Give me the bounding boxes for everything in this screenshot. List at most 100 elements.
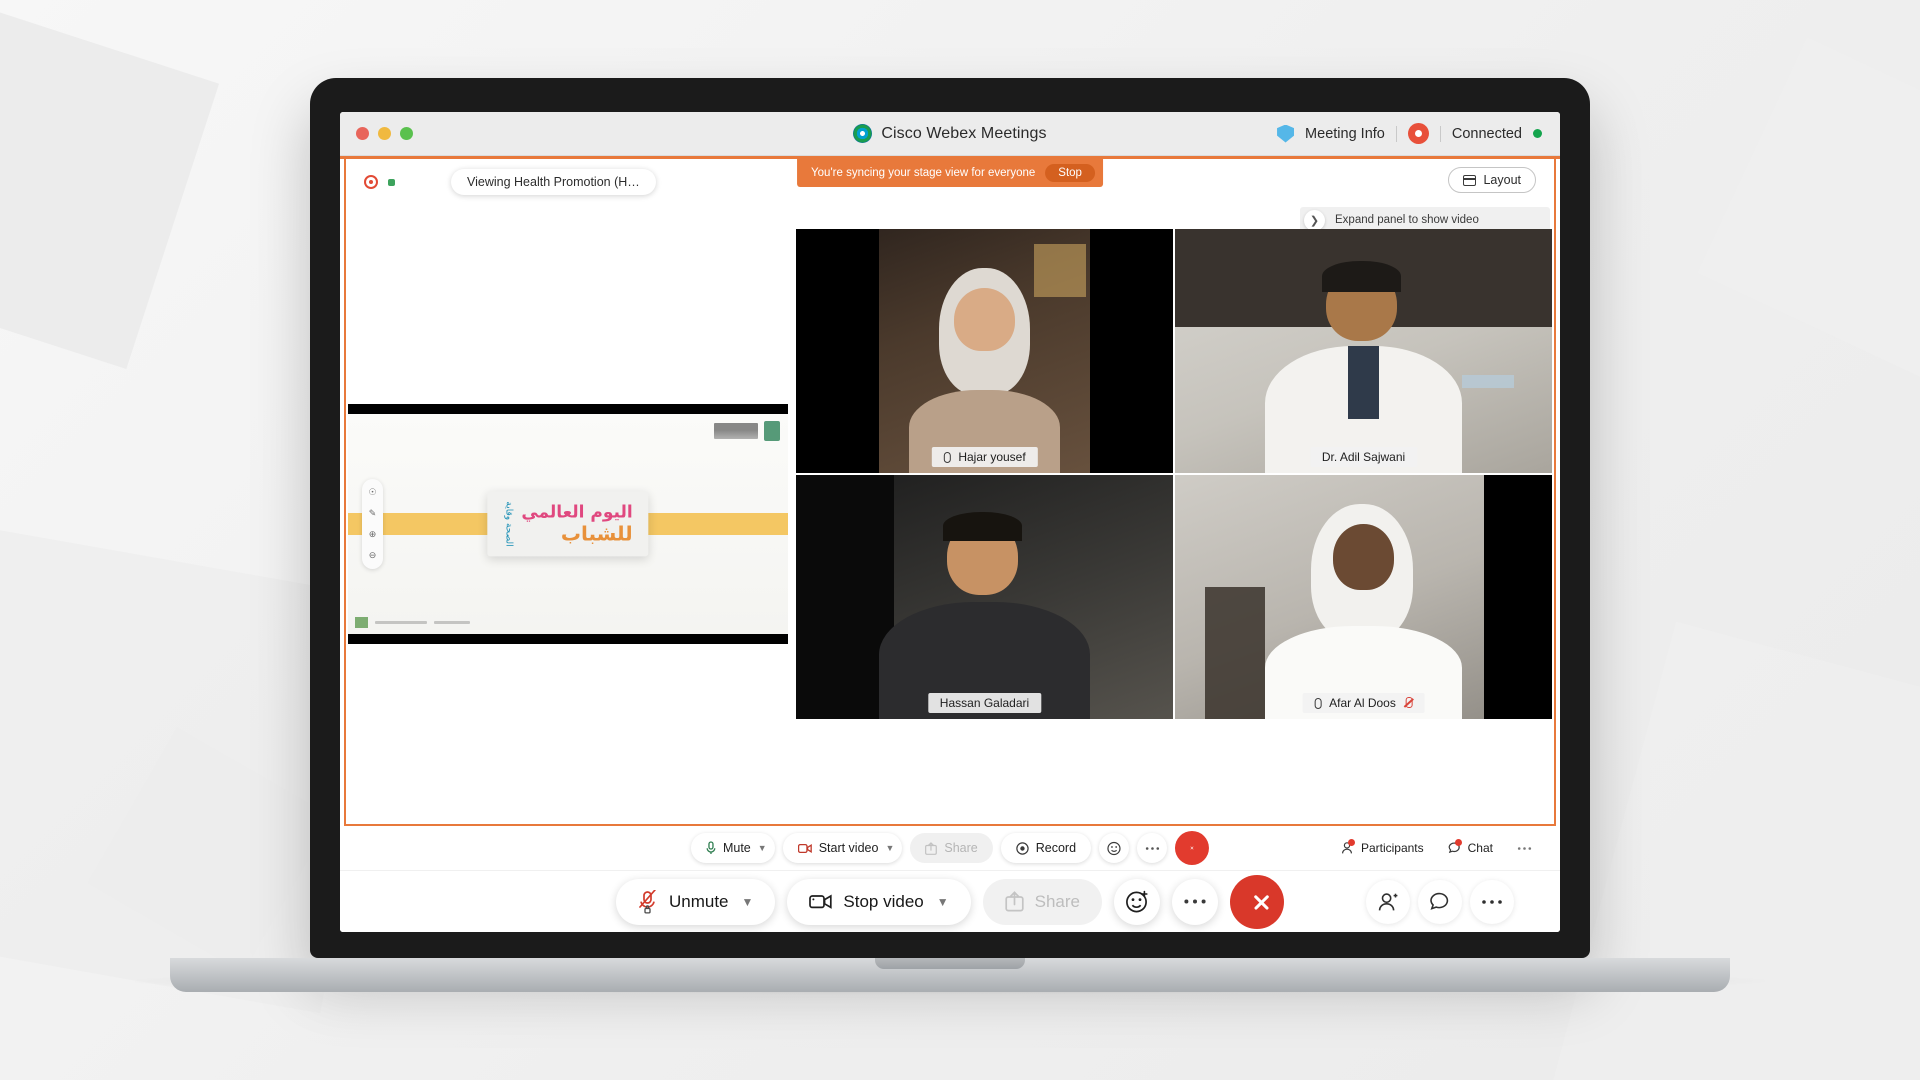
person-collar	[1348, 346, 1379, 420]
webex-logo-icon	[853, 124, 873, 143]
emoji-smiley-plus-icon	[1125, 890, 1148, 913]
mic-icon	[1314, 697, 1322, 709]
slide-title-card: اليوم العالمي للشباب الصحة وقاية	[487, 491, 649, 557]
notification-badge	[1454, 839, 1462, 846]
more-dots-icon	[1145, 846, 1159, 850]
foreground-control-bar: Unmute ▼ Stop video ▼ Share	[340, 870, 1560, 932]
close-window-button[interactable]	[356, 127, 369, 140]
video-tile[interactable]: Hassan Galadari	[796, 475, 1173, 719]
participant-name: Hajar yousef	[958, 450, 1026, 464]
stop-video-button[interactable]: Stop video ▼	[787, 878, 971, 925]
meeting-control-bar: Mute ▼ Start video ▼ Share Record Partic…	[344, 826, 1556, 870]
end-call-x-icon	[1190, 846, 1194, 850]
panel-more-button[interactable]	[1507, 840, 1542, 856]
background-shape	[0, 0, 220, 370]
chevron-down-icon[interactable]: ▼	[742, 895, 754, 909]
record-button-label: Record	[1035, 841, 1077, 855]
divider	[1395, 125, 1397, 142]
chevron-down-icon[interactable]: ▼	[937, 895, 949, 909]
reactions-button[interactable]	[1114, 878, 1161, 925]
zoom-in-tool-icon[interactable]: ⊕	[369, 529, 377, 540]
start-video-button[interactable]: Start video ▼	[782, 833, 903, 863]
annotation-toolbar[interactable]: ☉ ✎ ⊕ ⊖	[362, 479, 383, 569]
slide-logos	[714, 421, 780, 441]
record-button[interactable]: Record	[1000, 833, 1092, 863]
participant-video	[796, 475, 1173, 719]
maximize-window-button[interactable]	[400, 127, 413, 140]
mute-button-label: Mute	[722, 841, 751, 855]
participant-video	[1175, 229, 1552, 473]
mic-icon	[706, 841, 716, 854]
stop-video-button-label: Stop video	[843, 891, 924, 911]
end-call-x-icon	[1252, 892, 1262, 911]
mic-muted-locked-icon	[639, 889, 656, 914]
participants-button[interactable]	[1366, 879, 1410, 924]
chat-button[interactable]: Chat	[1437, 836, 1503, 860]
reactions-button[interactable]	[1099, 833, 1130, 863]
end-call-button[interactable]	[1230, 874, 1285, 929]
mic-icon	[943, 451, 951, 463]
share-button-label: Share	[944, 841, 978, 855]
chevron-down-icon[interactable]: ▼	[758, 843, 767, 853]
page-root: Cisco Webex Meetings Meeting Info Connec…	[0, 0, 1920, 1080]
shared-content-stage[interactable]: اليوم العالمي للشباب الصحة وقاية ☉ ✎ ⊕ ⊖	[348, 229, 788, 719]
mute-button[interactable]: Mute ▼	[690, 833, 775, 863]
participant-name-label: Hajar yousef	[931, 447, 1038, 467]
participant-video-grid: Hajar yousef Dr. Adil Sajwani Hassan Gal…	[796, 229, 1552, 719]
connection-status-label: Connected	[1451, 125, 1522, 142]
shared-slide[interactable]: اليوم العالمي للشباب الصحة وقاية ☉ ✎ ⊕ ⊖	[348, 404, 788, 644]
meeting-top-strip: Viewing Health Promotion (H… You're sync…	[346, 159, 1554, 205]
camera-icon	[809, 894, 833, 909]
video-tile[interactable]: Dr. Adil Sajwani	[1175, 229, 1552, 473]
chat-bubble-icon	[1430, 892, 1449, 910]
more-options-button[interactable]	[1172, 878, 1219, 925]
zoom-out-tool-icon[interactable]: ⊖	[369, 550, 377, 561]
recording-status-group	[346, 175, 395, 189]
app-title: Cisco Webex Meetings	[881, 124, 1047, 142]
recording-dot-icon	[364, 175, 378, 189]
share-upload-icon	[1004, 891, 1024, 912]
laptop-base	[170, 958, 1730, 992]
chevron-down-icon[interactable]: ▼	[885, 843, 894, 853]
share-button-label: Share	[1034, 891, 1081, 911]
more-options-button[interactable]	[1137, 833, 1168, 863]
camera-icon	[797, 843, 812, 853]
layout-button[interactable]: Layout	[1448, 167, 1536, 193]
divider	[1439, 125, 1441, 142]
chat-button[interactable]	[1418, 879, 1462, 924]
unmute-button[interactable]: Unmute ▼	[615, 878, 776, 925]
chevron-right-icon[interactable]: ❯	[1304, 209, 1325, 231]
record-indicator-icon[interactable]	[1407, 123, 1429, 144]
slide-title-block: اليوم العالمي للشباب	[521, 503, 632, 544]
video-tile[interactable]: Hajar yousef	[796, 229, 1173, 473]
meeting-info-button[interactable]: Meeting Info	[1305, 126, 1385, 142]
pointer-tool-icon[interactable]: ☉	[368, 487, 376, 498]
pen-tool-icon[interactable]: ✎	[369, 508, 377, 519]
credit-logo-icon	[355, 617, 368, 628]
end-call-button[interactable]	[1175, 831, 1210, 865]
shield-icon	[1277, 124, 1295, 143]
letterbox-bar	[1090, 229, 1173, 473]
participant-name-label: Afar Al Doos	[1302, 693, 1425, 713]
foreground-panel-buttons	[1366, 879, 1514, 924]
status-indicator-icon	[388, 178, 395, 186]
credit-text-line	[434, 621, 470, 624]
participants-button[interactable]: Participants	[1330, 836, 1434, 860]
window-title-bar: Cisco Webex Meetings Meeting Info Connec…	[340, 112, 1560, 156]
stop-sync-button[interactable]: Stop	[1045, 164, 1095, 182]
sync-banner-message: You're syncing your stage view for every…	[811, 167, 1036, 179]
webex-app-area: Viewing Health Promotion (H… You're sync…	[340, 156, 1560, 932]
viewing-content-pill[interactable]: Viewing Health Promotion (H…	[451, 169, 656, 195]
start-video-button-label: Start video	[818, 841, 879, 855]
meeting-control-bar-center: Mute ▼ Start video ▼ Share Record	[690, 831, 1210, 865]
emoji-smiley-icon	[1106, 841, 1121, 855]
minimize-window-button[interactable]	[378, 127, 391, 140]
slide-side-text: الصحة وقاية	[503, 501, 514, 547]
credit-text-line	[375, 621, 427, 624]
participant-name: Afar Al Doos	[1329, 696, 1396, 710]
video-tile[interactable]: Afar Al Doos	[1175, 475, 1552, 719]
letterbox-bar	[796, 229, 879, 473]
secondary-logo-icon	[764, 421, 780, 441]
overflow-menu-button[interactable]	[1470, 879, 1514, 924]
background-shape	[1697, 37, 1920, 383]
